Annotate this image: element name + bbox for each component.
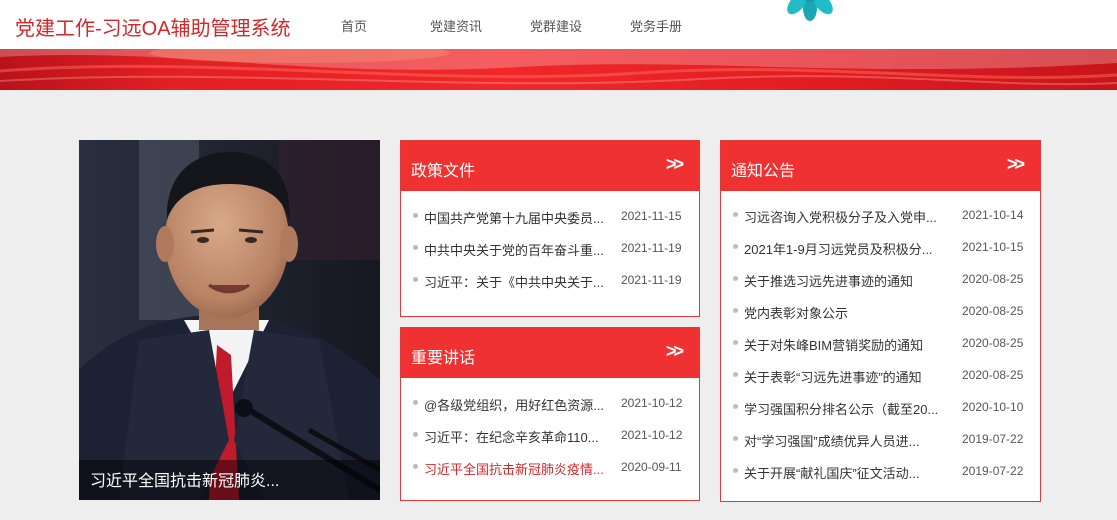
bullet-icon <box>413 213 418 218</box>
item-title[interactable]: 关于对朱峰BIM营销奖励的通知 <box>744 335 954 354</box>
banner <box>0 49 1117 90</box>
bullet-icon <box>733 372 738 377</box>
double-chevron-right-icon[interactable]: >> <box>666 154 684 175</box>
bullet-icon <box>413 464 418 469</box>
bullet-icon <box>733 212 738 217</box>
list-item[interactable]: 习远咨询入党积极分子及入党申... 2021-10-14 <box>721 204 1040 226</box>
item-date: 2021-10-14 <box>962 208 1024 222</box>
item-title[interactable]: 对“学习强国”成绩优异人员进... <box>744 431 954 450</box>
double-chevron-right-icon[interactable]: >> <box>666 341 684 362</box>
list-item[interactable]: 学习强国积分排名公示（截至20... 2020-10-10 <box>721 396 1040 418</box>
flower-decoration-icon <box>770 0 850 22</box>
bullet-icon <box>733 404 738 409</box>
list-item[interactable]: 对“学习强国”成绩优异人员进... 2019-07-22 <box>721 428 1040 450</box>
item-title[interactable]: 中共中央关于党的百年奋斗重... <box>424 240 619 259</box>
list-item[interactable]: 中国共产党第十九届中央委员... 2021-11-15 <box>401 205 699 227</box>
site-title[interactable]: 党建工作-习远OA辅助管理系统 <box>15 12 291 41</box>
item-date: 2021-11-19 <box>621 241 682 255</box>
item-title[interactable]: @各级党组织，用好红色资源... <box>424 395 619 414</box>
list-item[interactable]: 关于推选习远先进事迹的通知 2020-08-25 <box>721 268 1040 290</box>
nav-mass-building[interactable]: 党群建设 <box>530 16 582 35</box>
bullet-icon <box>413 245 418 250</box>
nav-party-news[interactable]: 党建资讯 <box>430 16 482 35</box>
featured-photo <box>79 140 380 500</box>
list-item[interactable]: 习近平：关于《中共中央关于... 2021-11-19 <box>401 269 699 291</box>
item-title[interactable]: 学习强国积分排名公示（截至20... <box>744 399 954 418</box>
item-title[interactable]: 党内表彰对象公示 <box>744 303 954 322</box>
speeches-panel: 重要讲话 >> @各级党组织，用好红色资源... 2021-10-12 习近平：… <box>400 327 700 501</box>
item-date: 2020-08-25 <box>962 368 1024 382</box>
item-title[interactable]: 习远咨询入党积极分子及入党申... <box>744 207 954 226</box>
panel-header: 通知公告 >> <box>721 141 1040 191</box>
item-title[interactable]: 习近平全国抗击新冠肺炎疫情... <box>424 459 619 478</box>
bullet-icon <box>733 436 738 441</box>
bullet-icon <box>413 400 418 405</box>
bullet-icon <box>733 308 738 313</box>
item-date: 2021-10-15 <box>962 240 1024 254</box>
item-date: 2021-11-19 <box>621 273 682 287</box>
bullet-icon <box>733 468 738 473</box>
item-date: 2020-08-25 <box>962 272 1024 286</box>
item-title[interactable]: 2021年1-9月习远党员及积极分... <box>744 239 954 258</box>
panel-title: 重要讲话 <box>411 350 476 367</box>
notices-panel: 通知公告 >> 习远咨询入党积极分子及入党申... 2021-10-14 202… <box>720 140 1041 502</box>
item-date: 2020-08-25 <box>962 304 1024 318</box>
list-item[interactable]: 习近平全国抗击新冠肺炎疫情... 2020-09-11 <box>401 456 699 478</box>
list-item[interactable]: 中共中央关于党的百年奋斗重... 2021-11-19 <box>401 237 699 259</box>
bullet-icon <box>413 277 418 282</box>
featured-caption[interactable]: 习近平全国抗击新冠肺炎... <box>90 467 279 491</box>
panel-title: 政策文件 <box>411 163 476 180</box>
panel-header: 政策文件 >> <box>401 141 699 191</box>
item-title[interactable]: 关于开展“献礼国庆”征文活动... <box>744 463 954 482</box>
item-date: 2020-09-11 <box>621 460 682 474</box>
item-title[interactable]: 习近平：关于《中共中央关于... <box>424 272 619 291</box>
item-title[interactable]: 中国共产党第十九届中央委员... <box>424 208 619 227</box>
bullet-icon <box>733 340 738 345</box>
list-item[interactable]: 习近平：在纪念辛亥革命110... 2021-10-12 <box>401 424 699 446</box>
list-item[interactable]: 关于对朱峰BIM营销奖励的通知 2020-08-25 <box>721 332 1040 354</box>
item-date: 2020-10-10 <box>962 400 1024 414</box>
top-bar: 党建工作-习远OA辅助管理系统 首页 党建资讯 党群建设 党务手册 <box>0 0 1117 49</box>
list-item[interactable]: 关于开展“献礼国庆”征文活动... 2019-07-22 <box>721 460 1040 482</box>
list-item[interactable]: 党内表彰对象公示 2020-08-25 <box>721 300 1040 322</box>
item-date: 2020-08-25 <box>962 336 1024 350</box>
policy-docs-panel: 政策文件 >> 中国共产党第十九届中央委员... 2021-11-15 中共中央… <box>400 140 700 317</box>
item-date: 2019-07-22 <box>962 464 1024 478</box>
bullet-icon <box>413 432 418 437</box>
item-title[interactable]: 习近平：在纪念辛亥革命110... <box>424 427 619 446</box>
panel-title: 通知公告 <box>731 163 796 180</box>
featured-news-card[interactable]: 习近平全国抗击新冠肺炎... <box>79 140 380 500</box>
item-title[interactable]: 关于表彰“习远先进事迹”的通知 <box>744 367 954 386</box>
list-item[interactable]: 关于表彰“习远先进事迹”的通知 2020-08-25 <box>721 364 1040 386</box>
nav-party-handbook[interactable]: 党务手册 <box>630 16 682 35</box>
double-chevron-right-icon[interactable]: >> <box>1007 154 1025 175</box>
nav-home[interactable]: 首页 <box>341 16 367 35</box>
item-date: 2021-10-12 <box>621 428 683 442</box>
item-date: 2021-10-12 <box>621 396 683 410</box>
item-title[interactable]: 关于推选习远先进事迹的通知 <box>744 271 954 290</box>
bullet-icon <box>733 276 738 281</box>
panel-header: 重要讲话 >> <box>401 328 699 378</box>
item-date: 2021-11-15 <box>621 209 682 223</box>
bullet-icon <box>733 244 738 249</box>
list-item[interactable]: @各级党组织，用好红色资源... 2021-10-12 <box>401 392 699 414</box>
list-item[interactable]: 2021年1-9月习远党员及积极分... 2021-10-15 <box>721 236 1040 258</box>
item-date: 2019-07-22 <box>962 432 1024 446</box>
